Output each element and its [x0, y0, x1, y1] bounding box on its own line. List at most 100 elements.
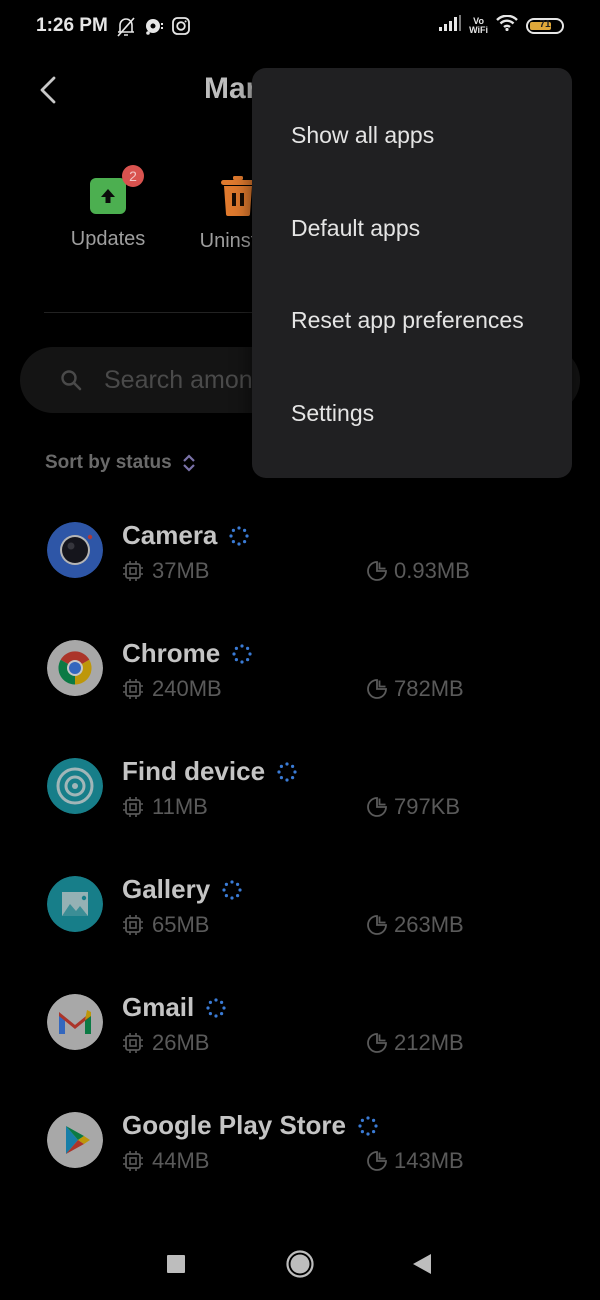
menu-item-show-all-apps[interactable]: Show all apps [252, 89, 572, 181]
app-ram: 11MB [122, 794, 208, 820]
app-name-text: Gallery [122, 874, 211, 904]
gallery-icon [47, 876, 103, 932]
app-name-text: Google Play Store [122, 1110, 346, 1140]
upload-arrow-icon: 2 [90, 165, 144, 214]
overflow-menu: Show all apps Default apps Reset app pre… [252, 68, 572, 478]
menu-item-reset-app-preferences[interactable]: Reset app preferences [252, 274, 572, 366]
ram-value: 44MB [152, 1148, 210, 1173]
ram-value: 37MB [152, 558, 210, 583]
ram-value: 65MB [152, 912, 210, 937]
app-row-chrome[interactable]: Chrome 240MB 782MB [0, 638, 600, 748]
cellular-signal-icon [439, 15, 462, 36]
app-storage: 797KB [366, 794, 460, 820]
chip-icon [123, 915, 143, 935]
vowifi-icon: Vo WiFi [469, 16, 488, 35]
pie-chart-icon [367, 797, 387, 817]
pie-chart-icon [367, 1033, 387, 1053]
storage-value: 797KB [394, 794, 461, 819]
app-storage: 212MB [366, 1030, 464, 1056]
pie-chart-icon [367, 915, 387, 935]
sort-updown-icon [182, 454, 195, 472]
app-storage: 143MB [366, 1148, 464, 1174]
app-row-google-play-store[interactable]: Google Play Store 44MB 143MB [0, 1110, 600, 1220]
chevron-left-icon [40, 76, 56, 104]
chip-icon [123, 797, 143, 817]
bell-off-icon [116, 16, 136, 43]
app-name: Chrome [122, 638, 252, 669]
status-right-icons: Vo WiFi 71 [439, 14, 564, 36]
app-ram: 44MB [122, 1148, 209, 1174]
app-row-camera[interactable]: Camera 37MB 0.93MB [0, 520, 600, 630]
loading-icon [277, 761, 297, 782]
app-storage: 0.93MB [366, 558, 470, 584]
pie-chart-icon [367, 679, 387, 699]
updates-label: Updates [70, 228, 146, 250]
ram-value: 240MB [152, 676, 222, 701]
vowifi-bottom: WiFi [469, 24, 488, 35]
app-ram: 26MB [122, 1030, 209, 1056]
app-ram: 240MB [122, 676, 222, 702]
app-name-text: Gmail [122, 992, 195, 1022]
pie-chart-icon [367, 561, 387, 581]
loading-icon [232, 643, 252, 664]
nav-back-button[interactable] [404, 1244, 444, 1284]
ram-value: 26MB [152, 1030, 210, 1055]
search-icon [60, 369, 82, 396]
chip-icon [123, 679, 143, 699]
storage-value: 143MB [394, 1148, 464, 1173]
camera-icon [47, 522, 103, 578]
chip-icon [123, 561, 143, 581]
app-storage: 782MB [366, 676, 464, 702]
loading-icon [229, 525, 250, 546]
square-icon [167, 1255, 185, 1273]
app-row-gmail[interactable]: Gmail 26MB 212MB [0, 992, 600, 1102]
storage-value: 212MB [394, 1030, 464, 1055]
updates-button[interactable]: 2 Updates [60, 165, 156, 251]
loading-icon [206, 997, 226, 1018]
storage-value: 263MB [394, 912, 464, 937]
app-row-find-device[interactable]: Find device 11MB 797KB [0, 756, 600, 866]
back-button[interactable] [32, 70, 68, 110]
chat-bubble-icon [144, 18, 164, 41]
chrome-icon [47, 640, 103, 696]
circle-icon [286, 1250, 314, 1278]
battery-level: 71 [539, 18, 551, 30]
pie-chart-icon [367, 1151, 387, 1171]
storage-value: 0.93MB [394, 558, 470, 583]
storage-value: 782MB [394, 676, 464, 701]
status-time: 1:26 PM [36, 15, 108, 36]
trash-icon [220, 176, 256, 216]
gmail-icon [47, 994, 103, 1050]
chip-icon [123, 1151, 143, 1171]
app-name: Google Play Store [122, 1110, 378, 1141]
sort-label: Sort by status [45, 452, 172, 473]
chip-icon [123, 1033, 143, 1053]
status-bar: 1:26 PM Vo WiFi 71 [0, 0, 600, 56]
triangle-back-icon [413, 1254, 431, 1274]
app-ram: 65MB [122, 912, 209, 938]
app-storage: 263MB [366, 912, 464, 938]
app-name: Find device [122, 756, 297, 787]
find-device-icon [47, 758, 103, 814]
ram-value: 11MB [152, 794, 208, 819]
app-row-gallery[interactable]: Gallery 65MB 263MB [0, 874, 600, 984]
loading-icon [358, 1115, 378, 1136]
home-button[interactable] [280, 1244, 320, 1284]
menu-item-settings[interactable]: Settings [252, 367, 572, 459]
app-name-text: Find device [122, 756, 266, 786]
menu-item-default-apps[interactable]: Default apps [252, 182, 572, 274]
loading-icon [222, 879, 242, 900]
sort-dropdown[interactable]: Sort by status [45, 452, 196, 474]
recents-button[interactable] [156, 1244, 196, 1284]
instagram-icon [172, 17, 190, 40]
app-name-text: Chrome [122, 638, 221, 668]
app-name: Gmail [122, 992, 226, 1023]
app-name-text: Camera [122, 520, 218, 550]
battery-icon: 71 [526, 17, 564, 34]
app-name: Gallery [122, 874, 242, 905]
app-ram: 37MB [122, 558, 209, 584]
updates-badge: 2 [122, 165, 144, 187]
play-store-icon [47, 1112, 103, 1168]
app-name: Camera [122, 520, 250, 551]
wifi-icon [496, 14, 518, 36]
